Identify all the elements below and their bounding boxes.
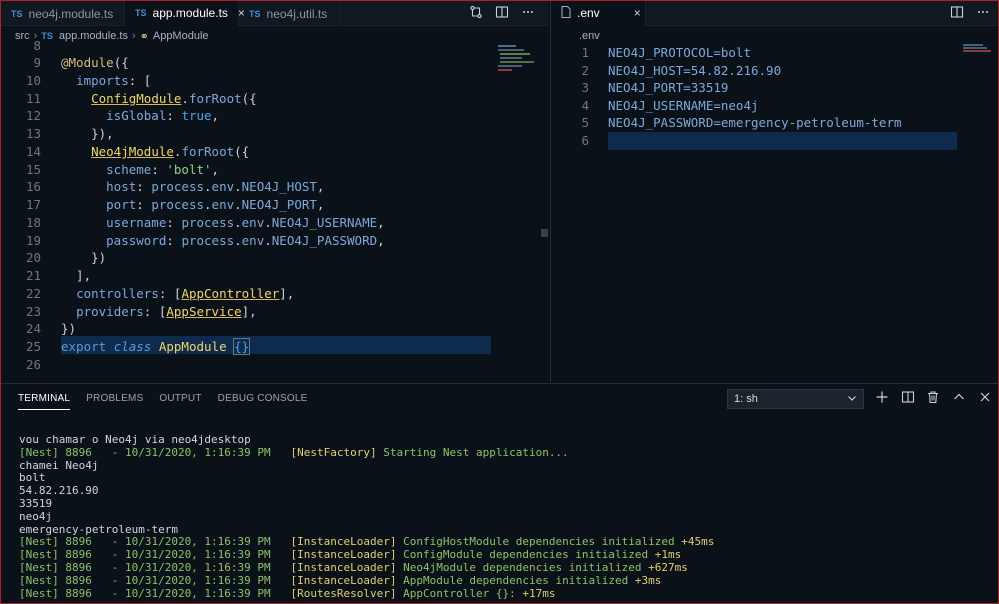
terminal-line: [Nest] 8896 - 10/31/2020, 1:16:39 PM [Ne… <box>19 445 989 460</box>
compare-icon[interactable] <box>469 5 483 22</box>
terminal-text: bolt <box>19 471 46 485</box>
terminal-line: 54.82.216.90 <box>19 484 989 498</box>
editor-group-right: .env × .env 1 NEO4J_PROTOCOL=bolt 2 NEO4J_… <box>550 1 998 382</box>
terminal-text: [Nest] 8896 - 10/31/2020, 1:16:39 PM <box>19 586 291 600</box>
breadcrumb-right: .env <box>579 28 600 44</box>
terminal-line: bolt <box>19 471 989 485</box>
terminal-text: +627ms <box>648 560 688 574</box>
terminal-text: 54.82.216.90 <box>19 484 99 498</box>
split-editor-icon[interactable] <box>950 5 964 22</box>
terminal-select-value: 1: sh <box>734 393 758 405</box>
terminal-text: ConfigModule dependencies initialized <box>403 548 655 562</box>
terminal-text: [Nest] 8896 - 10/31/2020, 1:16:39 PM <box>19 535 291 549</box>
terminal-line: 33519 <box>19 496 989 511</box>
terminal-select[interactable]: 1: sh <box>727 389 864 409</box>
terminal-text: 33519 <box>19 496 53 510</box>
code-editor-right[interactable]: 1 NEO4J_PROTOCOL=bolt 2 NEO4J_HOST=54.82.2… <box>551 44 961 154</box>
terminal-text: AppController {}: <box>403 586 523 600</box>
terminal-text: [RoutesResolver] <box>290 586 404 600</box>
tab-neo4j-module[interactable]: TS neo4j.module.ts <box>1 1 125 26</box>
tab-bar-right: .env × <box>551 1 998 26</box>
editor-actions-left <box>469 1 535 26</box>
typescript-icon: TS <box>135 8 147 18</box>
terminal-text: [InstanceLoader] <box>290 560 404 574</box>
terminal-text: AppModule dependencies initialized <box>403 573 635 587</box>
minimap-left[interactable] <box>496 43 542 83</box>
terminal-text: [Nest] 8896 - 10/31/2020, 1:16:39 PM <box>19 445 291 459</box>
typescript-icon: TS <box>249 8 261 19</box>
more-icon[interactable] <box>521 5 535 22</box>
terminal-text: vou chamar o Neo4j via neo4jdesktop <box>19 433 251 446</box>
terminal-text: chamei Neo4j <box>19 458 99 472</box>
scrollbar-thumb[interactable] <box>541 229 548 237</box>
terminal-text: [Nest] 8896 - 10/31/2020, 1:16:39 PM <box>19 560 291 574</box>
new-terminal-icon[interactable] <box>874 390 890 407</box>
terminal-output[interactable]: vou chamar o Neo4j via neo4jdesktop [Nest… <box>19 433 989 601</box>
split-editor-icon[interactable] <box>495 5 509 22</box>
terminal-text: [Nest] 8896 - 10/31/2020, 1:16:39 PM <box>19 573 291 587</box>
terminal-text: [InstanceLoader] <box>290 573 404 587</box>
tab-label: neo4j.module.ts <box>28 6 114 21</box>
split-terminal-icon[interactable] <box>900 390 916 407</box>
breadcrumb-item-file[interactable]: .env <box>579 30 600 42</box>
chevron-up-icon[interactable] <box>951 390 967 407</box>
terminal-text: [NestFactory] <box>290 445 384 459</box>
tab-app-module[interactable]: TS app.module.ts × <box>125 1 245 26</box>
tab-label: app.module.ts <box>152 6 228 20</box>
trash-icon[interactable] <box>925 390 941 407</box>
close-icon[interactable]: × <box>634 6 641 20</box>
terminal-text: +45ms <box>681 535 715 549</box>
bottom-panel: TERMINAL PROBLEMS OUTPUT DEBUG CONSOLE 1… <box>1 383 998 603</box>
terminal-text: +17ms <box>522 586 556 600</box>
terminal-text: +1ms <box>654 548 682 562</box>
terminal-text: [InstanceLoader] <box>290 535 404 549</box>
panel-tabs: TERMINAL PROBLEMS OUTPUT DEBUG CONSOLE <box>18 393 308 410</box>
tab-env[interactable]: .env × <box>551 1 646 26</box>
more-icon[interactable] <box>976 5 990 22</box>
terminal-text: emergency-petroleum-term <box>19 522 178 536</box>
terminal-text: Neo4jModule dependencies initialized <box>403 560 649 574</box>
terminal-text: [InstanceLoader] <box>290 548 404 562</box>
terminal-text: neo4j <box>19 509 53 523</box>
tab-neo4j-util[interactable]: TS neo4j.util.ts <box>239 1 341 26</box>
tab-label: .env <box>577 6 600 20</box>
tab-terminal[interactable]: TERMINAL <box>18 393 71 410</box>
close-panel-icon[interactable] <box>977 390 993 407</box>
tab-label: neo4j.util.ts <box>266 6 328 21</box>
terminal-line: chamei Neo4j <box>19 458 989 473</box>
terminal-line: [Nest] 8896 - 10/31/2020, 1:16:39 PM [Ro… <box>19 586 989 601</box>
file-icon <box>561 5 571 21</box>
tab-debug-console[interactable]: DEBUG CONSOLE <box>218 393 308 410</box>
code-editor-left[interactable]: 8 9 @Module({ 10 imports: [ 11 ConfigModu… <box>1 37 491 377</box>
editor-actions-right <box>950 1 990 26</box>
tab-bar-left: TS neo4j.module.ts TS app.module.ts × TS… <box>1 1 549 26</box>
terminal-text: Starting Nest application... <box>383 445 569 459</box>
chevron-down-icon <box>847 393 857 406</box>
minimap-right[interactable] <box>963 43 993 55</box>
terminal-text: +3ms <box>634 573 662 587</box>
tab-output[interactable]: OUTPUT <box>159 393 201 410</box>
terminal-text: ConfigHostModule dependencies initialize… <box>403 535 682 549</box>
editor-group-left: TS neo4j.module.ts TS app.module.ts × TS… <box>1 1 549 382</box>
terminal-text: [Nest] 8896 - 10/31/2020, 1:16:39 PM <box>19 548 291 562</box>
tab-problems[interactable]: PROBLEMS <box>86 393 143 410</box>
typescript-icon: TS <box>11 8 23 19</box>
